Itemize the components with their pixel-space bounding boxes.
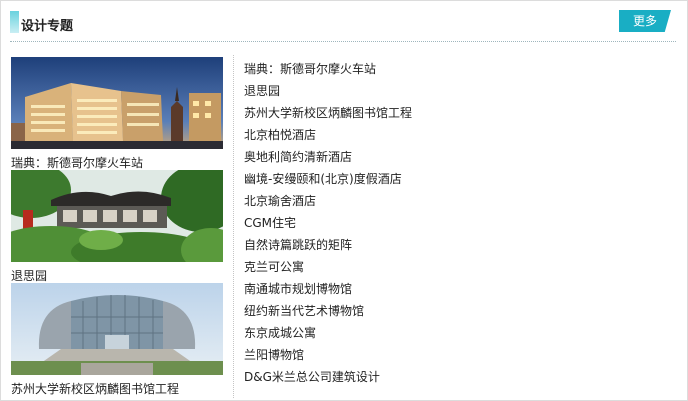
column-divider	[233, 55, 234, 398]
topic-link[interactable]: 南通城市规划博物馆	[244, 278, 412, 300]
header-accent-bar	[10, 11, 19, 33]
topic-link[interactable]: 幽境-安缦颐和(北京)度假酒店	[244, 168, 412, 190]
topic-link[interactable]: 东京成城公寓	[244, 322, 412, 344]
topic-link[interactable]: 奥地利简约清新酒店	[244, 146, 412, 168]
topic-link[interactable]: 北京柏悦酒店	[244, 124, 412, 146]
library-building-photo[interactable]	[11, 283, 223, 375]
featured-card[interactable]: 苏州大学新校区炳麟图书馆工程	[11, 283, 223, 397]
topic-link[interactable]: 退思园	[244, 80, 412, 102]
topic-link[interactable]: D&G米兰总公司建筑设计	[244, 366, 412, 388]
topic-link[interactable]: 兰阳博物馆	[244, 344, 412, 366]
featured-card[interactable]: 瑞典：斯德哥尔摩火车站	[11, 57, 223, 171]
featured-caption[interactable]: 退思园	[11, 267, 223, 284]
featured-caption[interactable]: 苏州大学新校区炳麟图书馆工程	[11, 380, 223, 397]
topic-link[interactable]: 自然诗篇跳跃的矩阵	[244, 234, 412, 256]
topic-link[interactable]: CGM住宅	[244, 212, 412, 234]
featured-card[interactable]: 退思园	[11, 170, 223, 284]
topic-link[interactable]: 北京瑜舍酒店	[244, 190, 412, 212]
topic-link[interactable]: 瑞典：斯德哥尔摩火车站	[244, 58, 412, 80]
featured-caption[interactable]: 瑞典：斯德哥尔摩火车站	[11, 154, 223, 171]
panel-title: 设计专题	[21, 19, 74, 34]
topic-link-list: 瑞典：斯德哥尔摩火车站 退思园 苏州大学新校区炳麟图书馆工程 北京柏悦酒店 奥地…	[244, 58, 412, 388]
design-topics-panel: 设计专题 更多 瑞典：斯德哥尔摩火车站 退思园 苏州大学新校区炳麟图书馆工程 瑞…	[0, 0, 688, 401]
panel-header: 设计专题 更多	[10, 9, 676, 42]
stockholm-station-photo[interactable]	[11, 57, 223, 149]
topic-link[interactable]: 克兰可公寓	[244, 256, 412, 278]
more-button[interactable]: 更多	[619, 10, 671, 32]
topic-link[interactable]: 纽约新当代艺术博物馆	[244, 300, 412, 322]
topic-link[interactable]: 苏州大学新校区炳麟图书馆工程	[244, 102, 412, 124]
tuisi-garden-photo[interactable]	[11, 170, 223, 262]
